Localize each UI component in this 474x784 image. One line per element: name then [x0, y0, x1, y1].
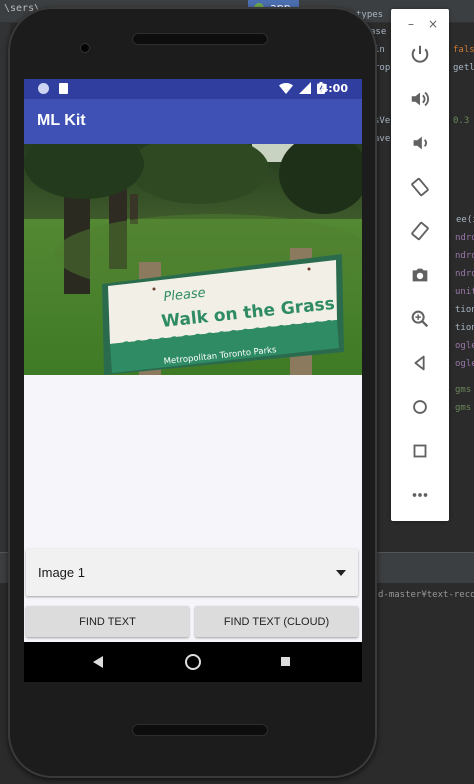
- rotate-left-button[interactable]: [402, 169, 438, 205]
- code-fragment: gms: [455, 403, 472, 413]
- signal-icon: [299, 82, 311, 94]
- code-fragment: fals: [453, 45, 474, 55]
- camera-icon: [412, 268, 428, 282]
- zoom-icon: [411, 310, 429, 328]
- back-button[interactable]: [402, 345, 438, 381]
- power-button[interactable]: [402, 36, 438, 72]
- code-fragment: gms: [455, 385, 472, 395]
- sd-card-icon: [59, 83, 68, 94]
- code-fragment: ogle: [455, 341, 474, 351]
- dropdown-arrow-icon: [336, 570, 346, 576]
- code-fragment: ndro: [455, 251, 474, 261]
- code-fragment: ee(i: [456, 215, 474, 225]
- zoom-button[interactable]: [402, 301, 438, 337]
- code-fragment: ogle: [455, 359, 474, 369]
- overview-icon: [413, 444, 427, 458]
- code-fragment: ndro: [455, 269, 474, 279]
- find-text-cloud-button[interactable]: FIND TEXT (CLOUD): [195, 606, 358, 637]
- close-button[interactable]: ×: [425, 16, 441, 32]
- navigation-bar: [24, 642, 362, 682]
- overview-button[interactable]: [402, 433, 438, 469]
- code-fragment: tion: [455, 323, 474, 333]
- nav-back-icon[interactable]: [93, 656, 103, 668]
- code-fragment: tion: [455, 305, 474, 315]
- clock: 4:00: [320, 82, 348, 95]
- spinner-selected-value: Image 1: [38, 565, 85, 580]
- find-text-button[interactable]: FIND TEXT: [26, 606, 189, 637]
- rotate-right-icon: [411, 221, 429, 241]
- status-bar: 4:00: [24, 79, 362, 99]
- front-camera: [81, 44, 89, 52]
- code-fragment: ndro: [455, 233, 474, 243]
- app-title: ML Kit: [37, 112, 86, 129]
- volume-down-button[interactable]: [402, 125, 438, 161]
- volume-up-button[interactable]: [402, 81, 438, 117]
- minimize-button[interactable]: –: [403, 16, 419, 32]
- ide-bottom-path: d-master¥text-reco: [378, 590, 474, 600]
- code-fragment: getl: [453, 63, 474, 73]
- wifi-icon: [279, 82, 293, 94]
- nav-recents-icon[interactable]: [281, 657, 290, 666]
- image-selector-spinner[interactable]: Image 1: [26, 549, 358, 596]
- code-fragment: unit: [455, 287, 474, 297]
- app-bar: ML Kit: [24, 99, 362, 144]
- rotate-left-icon: [411, 177, 429, 197]
- device-screen: 4:00 ML Kit Please Walk on the Grass Met…: [24, 79, 362, 682]
- rotate-right-button[interactable]: [402, 213, 438, 249]
- home-button[interactable]: [402, 389, 438, 425]
- code-fragment: 0.3: [453, 116, 470, 126]
- status-icons: [279, 82, 325, 94]
- power-icon: [411, 45, 429, 63]
- selected-image: Please Walk on the Grass Metropolitan To…: [24, 144, 362, 375]
- back-icon: [414, 355, 425, 371]
- volume-up-icon: [411, 91, 429, 107]
- volume-down-icon: [413, 136, 427, 150]
- top-speaker: [133, 34, 267, 44]
- bottom-speaker: [133, 725, 267, 735]
- emulator-toolbar: – ×: [391, 9, 449, 521]
- nav-home-icon[interactable]: [185, 654, 201, 670]
- more-icon: [412, 493, 428, 497]
- notification-icon: [38, 83, 49, 94]
- screenshot-button[interactable]: [402, 257, 438, 293]
- more-button[interactable]: [402, 477, 438, 513]
- home-icon: [413, 400, 427, 414]
